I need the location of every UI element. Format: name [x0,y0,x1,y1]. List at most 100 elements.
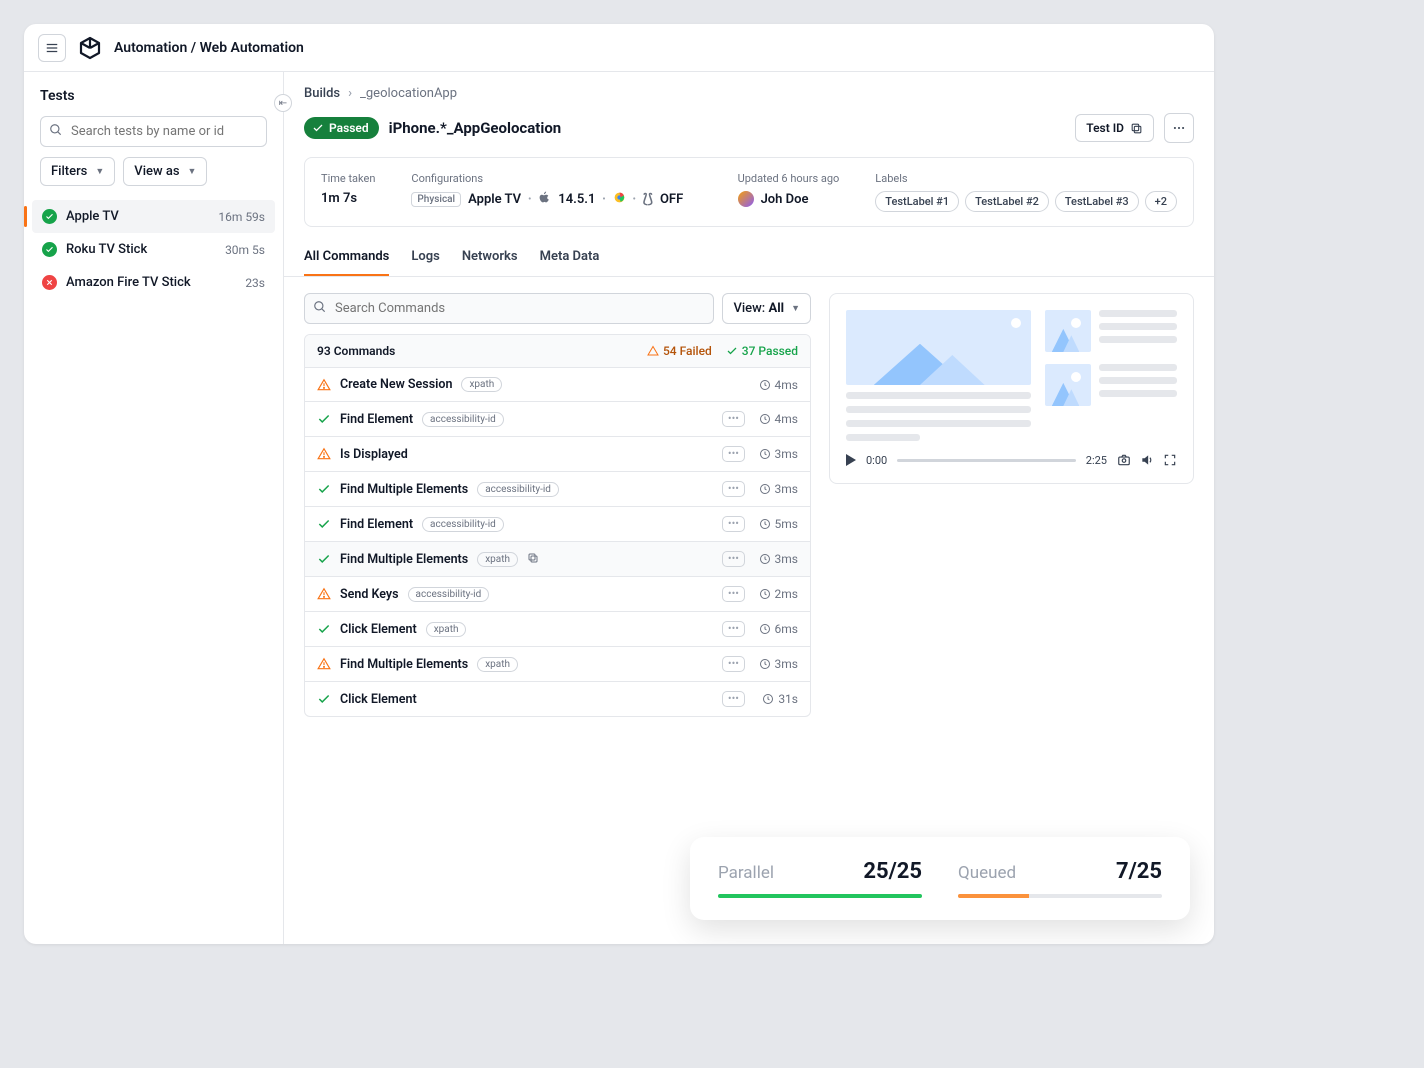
tab[interactable]: Logs [411,239,439,276]
search-tests-input[interactable] [40,116,267,147]
menu-button[interactable] [38,34,66,62]
more-icon[interactable]: ••• [722,621,745,637]
command-row[interactable]: Click Element•••31s [305,682,810,716]
commands-table: 93 Commands 54 Failed 37 Passed [304,334,811,717]
command-time: 6ms [754,622,798,636]
testid-button[interactable]: Test ID [1075,114,1154,142]
command-row[interactable]: Find Elementaccessibility-id•••5ms [305,507,810,542]
locator-tag: xpath [461,377,502,392]
label-pill[interactable]: +2 [1145,191,1177,212]
locator-tag: accessibility-id [422,517,504,532]
breadcrumbs: Builds › _geolocationApp [284,72,1214,109]
chevron-down-icon: ▼ [791,303,800,314]
placeholder-image [1045,364,1091,406]
command-row[interactable]: Is Displayed•••3ms [305,437,810,472]
breadcrumb-top: Automation / Web Automation [114,40,304,56]
sidebar-collapse[interactable]: ⇤ [274,94,292,112]
check-icon [317,412,331,426]
chevron-down-icon: ▼ [95,166,104,177]
fullscreen-icon[interactable] [1163,453,1177,467]
warning-icon [317,587,331,601]
command-name: Create New Session [340,377,452,392]
sidebar: Tests Filters▼ View as▼ Apple TV16m 59sR… [24,72,284,944]
crumb-builds[interactable]: Builds [304,86,340,101]
avatar [738,191,754,207]
parallel-bar [718,894,922,898]
apple-icon [538,191,551,208]
test-item[interactable]: Amazon Fire TV Stick23s [32,266,275,299]
command-row[interactable]: Find Elementaccessibility-id•••4ms [305,402,810,437]
test-time: 23s [245,276,265,290]
video-player: 0:00 2:25 [846,453,1177,467]
viewas-button[interactable]: View as▼ [123,157,207,186]
label-pill[interactable]: TestLabel #1 [875,191,959,212]
command-row[interactable]: Find Multiple Elementsxpath•••3ms [305,647,810,682]
tab[interactable]: Meta Data [540,239,600,276]
x-icon [42,275,57,290]
test-item[interactable]: Roku TV Stick30m 5s [32,233,275,266]
label-pill[interactable]: TestLabel #2 [965,191,1049,212]
command-name: Click Element [340,692,417,707]
more-icon[interactable]: ••• [722,516,745,532]
parallel-value: 25/25 [863,859,922,884]
command-row[interactable]: Find Multiple Elementsaccessibility-id••… [305,472,810,507]
view-dropdown[interactable]: View: All ▼ [722,293,811,324]
time-label: Time taken [321,172,375,185]
test-item[interactable]: Apple TV16m 59s [32,200,275,233]
label-pill[interactable]: TestLabel #3 [1055,191,1139,212]
more-button[interactable] [1164,113,1194,143]
more-icon[interactable]: ••• [722,691,745,707]
sidebar-title: Tests [40,88,267,104]
failed-count: 54 Failed [647,344,712,358]
timeline[interactable] [897,459,1076,462]
tab[interactable]: Networks [462,239,518,276]
search-icon [313,300,327,318]
check-icon [317,552,331,566]
signal-icon: ⟅⟆ [643,192,653,207]
time-value: 1m 7s [321,191,375,206]
search-commands-input[interactable] [304,293,714,324]
chevron-right-icon: › [348,86,352,101]
warning-icon [317,378,331,392]
usage-card: Parallel 25/25 Queued 7/25 [690,837,1190,920]
play-button[interactable] [846,454,856,466]
copy-icon[interactable] [527,552,539,567]
command-row[interactable]: Find Multiple Elementsxpath•••3ms [305,542,810,577]
updated-label: Updated 6 hours ago [738,172,840,185]
tab[interactable]: All Commands [304,239,389,276]
command-time: 3ms [754,657,798,671]
meta-card: Time taken 1m 7s Configurations Physical… [304,157,1194,227]
warning-icon [317,447,331,461]
more-icon[interactable]: ••• [722,446,745,462]
more-icon[interactable]: ••• [722,411,745,427]
more-icon[interactable]: ••• [722,656,745,672]
crumb-current: _geolocationApp [360,86,457,101]
chevron-down-icon: ▼ [188,166,197,177]
placeholder-image [846,310,1031,385]
command-name: Click Element [340,622,417,637]
config-value: Physical Apple TV • 14.5.1 • • ⟅⟆ [411,191,701,208]
locator-tag: xpath [426,622,467,637]
command-name: Find Multiple Elements [340,552,468,567]
command-time: 3ms [754,447,798,461]
warning-icon [317,657,331,671]
locator-tag: xpath [477,657,518,672]
more-icon[interactable]: ••• [722,481,745,497]
more-icon[interactable]: ••• [722,551,745,567]
test-name: Roku TV Stick [66,242,225,257]
queued-label: Queued [958,863,1016,883]
command-row[interactable]: Click Element xpath ••• 6ms [305,612,810,647]
more-icon[interactable]: ••• [722,586,745,602]
command-time: 4ms [754,378,798,392]
parallel-label: Parallel [718,863,774,883]
user-value: Joh Doe [738,191,840,207]
filters-button[interactable]: Filters▼ [40,157,115,186]
locator-tag: accessibility-id [422,412,504,427]
volume-icon[interactable] [1140,453,1154,467]
status-badge: Passed [304,117,379,139]
command-row[interactable]: Send Keysaccessibility-id•••2ms [305,577,810,612]
dots-icon [1172,121,1186,135]
browser-icon [613,191,626,208]
camera-icon[interactable] [1117,453,1131,467]
command-row[interactable]: Create New Session xpath 4ms [305,368,810,402]
